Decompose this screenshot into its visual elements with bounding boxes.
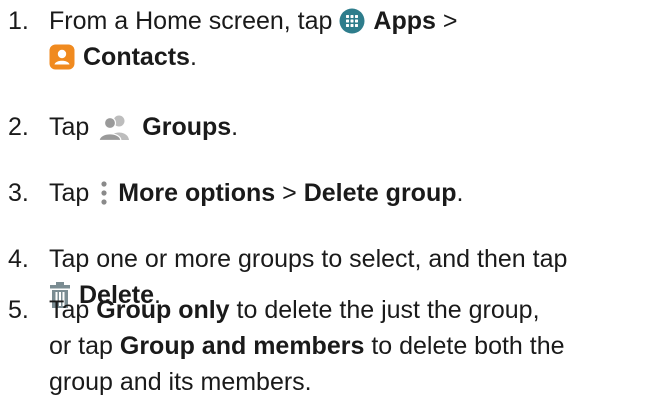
- step-text-segment: to delete the just the group,: [229, 296, 540, 324]
- ui-term-groups: Groups: [142, 113, 232, 141]
- apps-grid-icon: [339, 8, 365, 34]
- step-text-segment: .: [456, 179, 464, 207]
- step-line: Tap Group only to delete the just the gr…: [49, 292, 652, 328]
- step-text-segment: From a Home screen, tap: [49, 7, 333, 35]
- ui-term-group-and-members: Group and members: [119, 332, 365, 360]
- step-number: 1.: [8, 7, 29, 35]
- step-text-segment: .: [189, 43, 197, 71]
- step-number: 4.: [8, 245, 29, 273]
- contacts-icon: [49, 44, 75, 70]
- ui-term-delete-group: Delete group: [303, 179, 457, 207]
- step-line: Tap one or more groups to select, and th…: [49, 241, 652, 277]
- ui-term-more-options: More options: [118, 179, 276, 207]
- ui-term-group-only: Group only: [96, 296, 230, 324]
- step-number: 5.: [8, 296, 29, 324]
- step-line: or tap Group and members to delete both …: [49, 328, 652, 364]
- more-options-icon: [100, 180, 108, 206]
- step-text-segment: Tap: [49, 113, 90, 141]
- step-line: Tap More options > Delete group.: [49, 175, 652, 211]
- step-text-segment: to delete both the: [364, 332, 565, 360]
- step-text-segment: or tap: [49, 332, 120, 360]
- ui-term-apps: Apps: [373, 7, 436, 35]
- ui-term-contacts: Contacts: [83, 43, 190, 71]
- groups-icon: [96, 113, 134, 141]
- step-text-segment: Tap: [49, 179, 90, 207]
- step-number: 3.: [8, 179, 29, 207]
- step-line: group and its members.: [49, 364, 652, 400]
- step-text-segment: .: [231, 113, 239, 141]
- step-number: 2.: [8, 113, 29, 141]
- step-line: From a Home screen, tap Apps >: [49, 3, 652, 39]
- step-line: Tap Groups.: [49, 109, 652, 145]
- step-text-segment: Tap: [49, 296, 97, 324]
- step-text: Tap More options > Delete group.: [49, 175, 652, 211]
- step-text-segment: >: [435, 7, 458, 35]
- step-line: Contacts.: [49, 39, 652, 75]
- step-text-segment: >: [275, 179, 304, 207]
- step-text: Tap Group only to delete the just the gr…: [49, 292, 652, 400]
- instruction-document: 1. From a Home screen, tap Apps > Contac…: [0, 0, 652, 403]
- step-text-segment: group and its members.: [49, 368, 312, 396]
- step-text: Tap Groups.: [49, 109, 652, 145]
- step-text: From a Home screen, tap Apps > Contacts.: [49, 3, 652, 75]
- step-text-segment: Tap one or more groups to select, and th…: [49, 245, 568, 273]
